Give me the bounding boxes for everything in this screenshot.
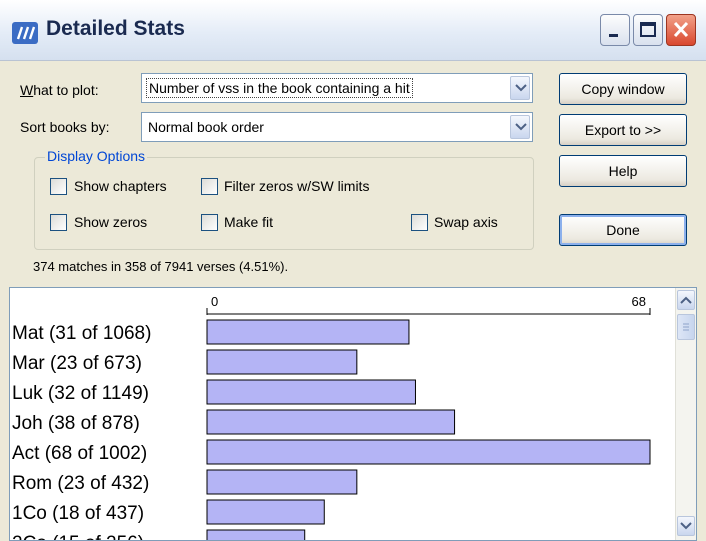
show-zeros-label[interactable]: Show zeros bbox=[74, 214, 147, 230]
filter-zeros-label[interactable]: Filter zeros w/SW limits bbox=[224, 178, 369, 194]
scroll-up-button[interactable] bbox=[677, 290, 695, 310]
close-button[interactable] bbox=[666, 14, 696, 46]
title-bar[interactable]: Detailed Stats bbox=[0, 0, 706, 61]
what-to-plot-value: Number of vss in the book containing a h… bbox=[146, 78, 413, 98]
bar-category-label: Rom (23 of 432) bbox=[12, 473, 149, 494]
minimize-icon bbox=[609, 34, 618, 37]
chevron-down-icon bbox=[515, 123, 527, 131]
swap-axis-label[interactable]: Swap axis bbox=[434, 214, 498, 230]
stats-chart: 0 68 Mat (31 of 1068) Mar (23 of 673) Luk (3… bbox=[9, 287, 697, 541]
display-options-group bbox=[34, 157, 534, 250]
bar-category-label: Mar (23 of 673) bbox=[12, 353, 142, 374]
chevron-up-icon bbox=[680, 296, 692, 304]
chevron-down-icon bbox=[680, 522, 692, 530]
bar bbox=[206, 439, 651, 465]
sort-books-dropdown-arrow[interactable] bbox=[510, 115, 530, 139]
match-summary: 374 matches in 358 of 7941 verses (4.51%… bbox=[33, 259, 289, 274]
done-button[interactable]: Done bbox=[559, 214, 687, 246]
make-fit-checkbox[interactable] bbox=[201, 214, 218, 231]
make-fit-label[interactable]: Make fit bbox=[224, 214, 273, 230]
scroll-thumb[interactable] bbox=[677, 314, 695, 340]
bar bbox=[206, 379, 416, 405]
axis-label-min: 0 bbox=[211, 294, 218, 309]
bar bbox=[206, 349, 358, 375]
sort-books-label: Sort books by: bbox=[20, 119, 110, 135]
bar-category-label: Act (68 of 1002) bbox=[12, 443, 147, 464]
sort-books-dropdown[interactable]: Normal book order bbox=[141, 112, 533, 142]
what-to-plot-label-mnemonic: W bbox=[20, 82, 34, 98]
chevron-down-icon bbox=[515, 84, 527, 92]
maximize-button[interactable] bbox=[633, 14, 663, 46]
show-chapters-checkbox[interactable] bbox=[50, 178, 67, 195]
bar bbox=[206, 529, 306, 540]
bar bbox=[206, 469, 358, 495]
bar bbox=[206, 499, 325, 525]
bar-category-label: 1Co (18 of 437) bbox=[12, 503, 144, 524]
window-title: Detailed Stats bbox=[46, 17, 185, 40]
sort-books-value: Normal book order bbox=[148, 119, 264, 135]
what-to-plot-label: What to plot: bbox=[20, 82, 99, 98]
swap-axis-checkbox[interactable] bbox=[411, 214, 428, 231]
scroll-down-button[interactable] bbox=[677, 516, 695, 536]
help-button[interactable]: Help bbox=[559, 155, 687, 187]
bar bbox=[206, 319, 410, 345]
app-icon bbox=[12, 22, 38, 44]
filter-zeros-checkbox[interactable] bbox=[201, 178, 218, 195]
export-to-button[interactable]: Export to >> bbox=[559, 114, 687, 146]
show-zeros-checkbox[interactable] bbox=[50, 214, 67, 231]
show-chapters-label[interactable]: Show chapters bbox=[74, 178, 167, 194]
copy-window-button[interactable]: Copy window bbox=[559, 73, 687, 105]
bar-chart: 0 68 Mat (31 of 1068) Mar (23 of 673) Luk (3… bbox=[12, 294, 651, 540]
detailed-stats-window: Detailed Stats What to plot: Number of v… bbox=[0, 0, 706, 541]
grip-icon bbox=[683, 323, 689, 331]
vertical-scrollbar[interactable] bbox=[675, 288, 696, 540]
bar-category-label: Joh (38 of 878) bbox=[12, 413, 140, 434]
what-to-plot-dropdown[interactable]: Number of vss in the book containing a h… bbox=[141, 73, 533, 103]
bar-category-label: Mat (31 of 1068) bbox=[12, 323, 151, 344]
what-to-plot-label-rest: hat to plot: bbox=[33, 82, 99, 98]
bar-category-label: Luk (32 of 1149) bbox=[12, 383, 149, 404]
maximize-icon bbox=[640, 22, 656, 37]
display-options-label: Display Options bbox=[45, 148, 148, 164]
bar-category-label: 2Co (15 of 256) bbox=[12, 533, 144, 540]
axis-label-max: 68 bbox=[632, 294, 646, 309]
bar bbox=[206, 409, 456, 435]
what-to-plot-dropdown-arrow[interactable] bbox=[510, 76, 530, 100]
close-icon bbox=[673, 21, 689, 38]
minimize-button[interactable] bbox=[600, 14, 630, 46]
